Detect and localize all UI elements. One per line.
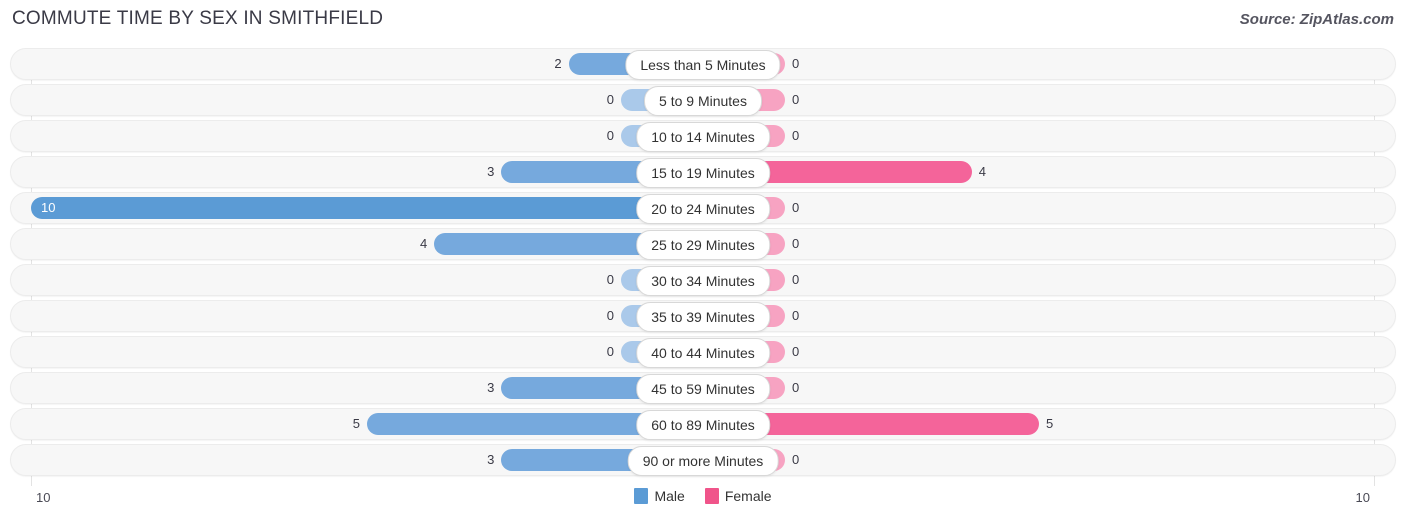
bar-value-female: 0 — [792, 56, 800, 71]
bar-row: 4 0 25 to 29 Minutes — [0, 228, 1406, 260]
bar-row: 10 0 20 to 24 Minutes — [0, 192, 1406, 224]
legend-swatch-male-icon — [634, 488, 649, 504]
bar-row: 3 4 15 to 19 Minutes — [0, 156, 1406, 188]
bar-value-female: 0 — [792, 344, 800, 359]
bar-row: 3 0 90 or more Minutes — [0, 444, 1406, 476]
bar-row: 0 0 40 to 44 Minutes — [0, 336, 1406, 368]
bar-value-female: 0 — [792, 452, 800, 467]
bar-row: 0 0 30 to 34 Minutes — [0, 264, 1406, 296]
bar-value-female: 5 — [1046, 416, 1054, 431]
bar-value-male: 0 — [606, 92, 614, 107]
category-label-pill: 90 or more Minutes — [627, 446, 779, 476]
legend-item-male[interactable]: Male — [634, 488, 685, 504]
page-title: COMMUTE TIME BY SEX IN SMITHFIELD — [12, 8, 384, 29]
bar-row: 2 0 Less than 5 Minutes — [0, 48, 1406, 80]
bar-row: 5 5 60 to 89 Minutes — [0, 408, 1406, 440]
legend-swatch-female-icon — [704, 488, 719, 504]
bar-value-male: 3 — [487, 452, 495, 467]
category-label-pill: 60 to 89 Minutes — [636, 410, 770, 440]
bar-value-male: 5 — [352, 416, 360, 431]
bar-value-female: 0 — [792, 308, 800, 323]
legend-item-female[interactable]: Female — [704, 488, 772, 504]
bar-value-female: 4 — [978, 164, 987, 179]
bar-row: 3 0 45 to 59 Minutes — [0, 372, 1406, 404]
legend-label-male: Male — [654, 488, 685, 504]
bar-value-female: 0 — [792, 272, 800, 287]
category-label-pill: 40 to 44 Minutes — [636, 338, 770, 368]
chart-legend: Male Female — [0, 488, 1406, 504]
category-label-pill: 20 to 24 Minutes — [636, 194, 770, 224]
bar-row: 0 0 10 to 14 Minutes — [0, 120, 1406, 152]
category-label-pill: 25 to 29 Minutes — [636, 230, 770, 260]
bar-value-male: 0 — [606, 308, 614, 323]
category-label-pill: 5 to 9 Minutes — [644, 86, 762, 116]
source-label: Source: ZipAtlas.com — [1239, 11, 1394, 28]
category-label-pill: 35 to 39 Minutes — [636, 302, 770, 332]
bar-value-male: 0 — [606, 344, 614, 359]
category-label-pill: 10 to 14 Minutes — [636, 122, 770, 152]
chart-header: COMMUTE TIME BY SEX IN SMITHFIELD Source… — [0, 0, 1406, 40]
bar-value-male: 3 — [487, 164, 495, 179]
category-label-pill: Less than 5 Minutes — [625, 50, 781, 80]
bar-male[interactable] — [31, 197, 703, 219]
bar-value-female: 0 — [792, 92, 800, 107]
bar-value-female: 0 — [792, 200, 800, 215]
chart-plot-area: 2 0 Less than 5 Minutes 0 0 5 to 9 Minutes 0 0 1… — [0, 48, 1406, 486]
bar-value-male: 2 — [554, 56, 562, 71]
bar-row: 0 0 35 to 39 Minutes — [0, 300, 1406, 332]
bar-value-male: 4 — [419, 236, 428, 251]
legend-label-female: Female — [724, 488, 772, 504]
category-label-pill: 45 to 59 Minutes — [636, 374, 770, 404]
bar-value-female: 0 — [792, 128, 800, 143]
bar-value-female: 0 — [792, 380, 800, 395]
category-label-pill: 15 to 19 Minutes — [636, 158, 770, 188]
chart-footer: 10 10 Male Female — [0, 486, 1406, 523]
bar-value-male: 0 — [606, 272, 614, 287]
bar-value-female: 0 — [792, 236, 800, 251]
bar-rows: 2 0 Less than 5 Minutes 0 0 5 to 9 Minutes 0 0 1… — [0, 48, 1406, 480]
bar-value-male: 3 — [487, 380, 495, 395]
bar-value-male: 0 — [606, 128, 614, 143]
bar-row: 0 0 5 to 9 Minutes — [0, 84, 1406, 116]
bar-value-male: 10 — [41, 200, 56, 215]
category-label-pill: 30 to 34 Minutes — [636, 266, 770, 296]
